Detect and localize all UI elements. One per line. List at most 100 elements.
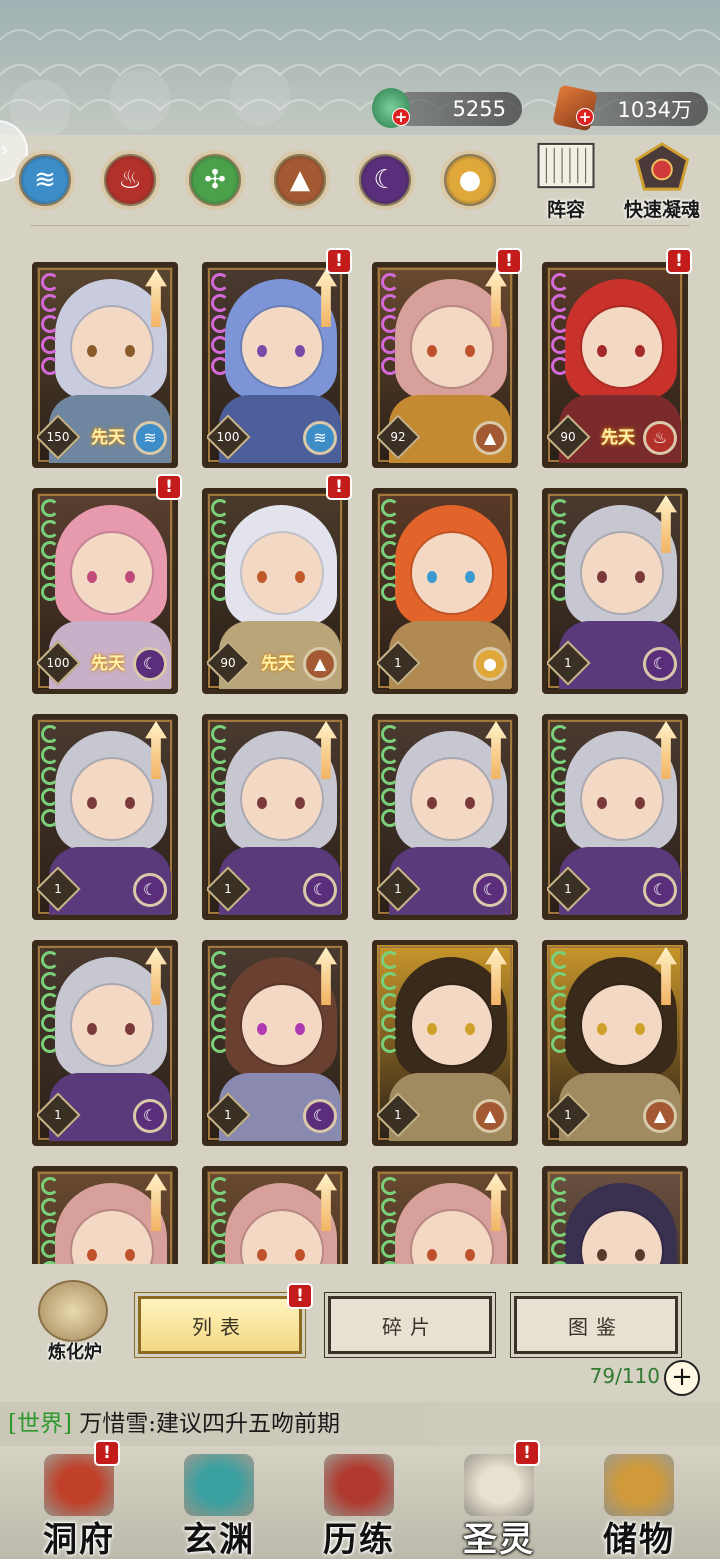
character-eye [125,571,135,583]
lineup-button[interactable]: 阵容 [524,140,608,222]
star-icon [211,357,229,375]
spirit-card[interactable]: 92 ▲ [372,262,518,468]
quick-soul-button[interactable]: 快速凝魂 [612,140,712,222]
character-eye [427,1249,437,1261]
star-icon [381,788,399,806]
water-attribute-icon: ≋ [303,421,337,455]
star-icon [211,336,229,354]
character-portrait [242,307,322,387]
earth-attribute-icon: ▲ [473,421,507,455]
spirit-card[interactable]: 1 ▲ [372,940,518,1146]
star-rank [41,951,59,1053]
star-icon [381,336,399,354]
tab-list[interactable]: 列表 [134,1292,306,1358]
star-icon [381,294,399,312]
star-rank [381,273,399,375]
lineup-label: 阵容 [546,199,585,221]
innate-badge: 先天 [91,654,125,674]
spirit-card[interactable] [202,1166,348,1264]
earth-attribute-icon: ▲ [303,647,337,681]
fire-element-icon[interactable]: ♨ [100,150,160,210]
bag-icon [604,1454,674,1516]
star-icon [551,788,569,806]
character-eye [427,797,437,809]
tab-fragments[interactable]: 碎片 [324,1292,496,1358]
star-icon [211,541,229,559]
light-element-icon[interactable]: ● [440,150,500,210]
star-icon [211,520,229,538]
level-value: 1 [54,1108,62,1122]
character-eye [257,571,267,583]
star-icon [551,294,569,312]
tab-list-label: 列表 [192,1314,248,1339]
character-portrait [582,759,662,839]
wood-element-icon[interactable]: ✣ [185,150,245,210]
tab-list-alert-icon: ! [287,1283,313,1309]
character-portrait [412,307,492,387]
level-value: 1 [54,882,62,896]
star-icon [211,294,229,312]
furnace-button[interactable]: 炼化炉 [28,1280,122,1366]
chevron-right-icon: › [0,138,9,163]
nav-item-1[interactable]: 玄渊 [154,1446,284,1559]
star-icon [381,767,399,785]
spirit-card[interactable]: 1 ● [372,488,518,694]
character-eye [125,345,135,357]
nav-item-0[interactable]: 洞府! [14,1440,144,1559]
character-eye [125,797,135,809]
spirit-card[interactable]: 90 先天 ♨ [542,262,688,468]
star-icon [41,336,59,354]
spirit-card[interactable]: 1 ▲ [542,940,688,1146]
spirit-card[interactable]: 1 ☾ [202,940,348,1146]
earth-attribute-icon: ▲ [643,1099,677,1133]
card-alert-icon: ! [326,474,352,500]
star-rank [551,1177,569,1264]
spirit-card[interactable]: 1 ☾ [542,714,688,920]
character-eye [125,1023,135,1035]
spirit-card[interactable]: 1 ☾ [372,714,518,920]
star-icon [211,1198,229,1216]
star-rank [211,499,229,601]
nav-alert-icon: ! [94,1440,120,1466]
star-icon [381,562,399,580]
sword-icon [324,1454,394,1516]
add-jade-button[interactable]: + [392,108,410,126]
water-element-icon[interactable]: ≋ [15,150,75,210]
spirit-card[interactable] [542,1166,688,1264]
spirit-card[interactable]: 1 ☾ [32,714,178,920]
spirit-card[interactable]: 1 ☾ [542,488,688,694]
spirit-card[interactable]: 90 先天 ▲ [202,488,348,694]
star-icon [211,315,229,333]
dark-element-icon[interactable]: ☾ [355,150,415,210]
expand-capacity-button[interactable]: + [664,1360,700,1396]
star-icon [381,1240,399,1258]
dark-attribute-icon: ☾ [643,647,677,681]
earth-element-icon[interactable]: ▲ [270,150,330,210]
dark-attribute-icon: ☾ [133,873,167,907]
star-rank [211,725,229,827]
nav-item-3[interactable]: 圣灵! [434,1440,564,1559]
nav-item-2[interactable]: 历练 [294,1446,424,1559]
level-value: 1 [394,882,402,896]
spirit-card[interactable] [372,1166,518,1264]
spirit-card[interactable]: 1 ☾ [32,940,178,1146]
spirit-card[interactable]: 150 先天 ≋ [32,262,178,468]
star-icon [41,1014,59,1032]
nav-item-label: 圣灵 [463,1520,535,1559]
star-icon [41,951,59,969]
star-icon [551,583,569,601]
character-eye [597,1249,607,1261]
star-rank [211,1177,229,1264]
spirit-card[interactable]: 100 ≋ [202,262,348,468]
star-icon [381,541,399,559]
spirit-card[interactable]: 1 ☾ [202,714,348,920]
add-gold-button[interactable]: + [576,108,594,126]
spirit-card[interactable] [32,1166,178,1264]
star-icon [551,1198,569,1216]
spirit-card[interactable]: 100 先天 ☾ [32,488,178,694]
level-value: 90 [560,430,576,444]
nav-item-4[interactable]: 储物 [574,1446,704,1559]
tab-atlas[interactable]: 图鉴 [510,1292,682,1358]
star-icon [41,541,59,559]
character-portrait [582,985,662,1065]
